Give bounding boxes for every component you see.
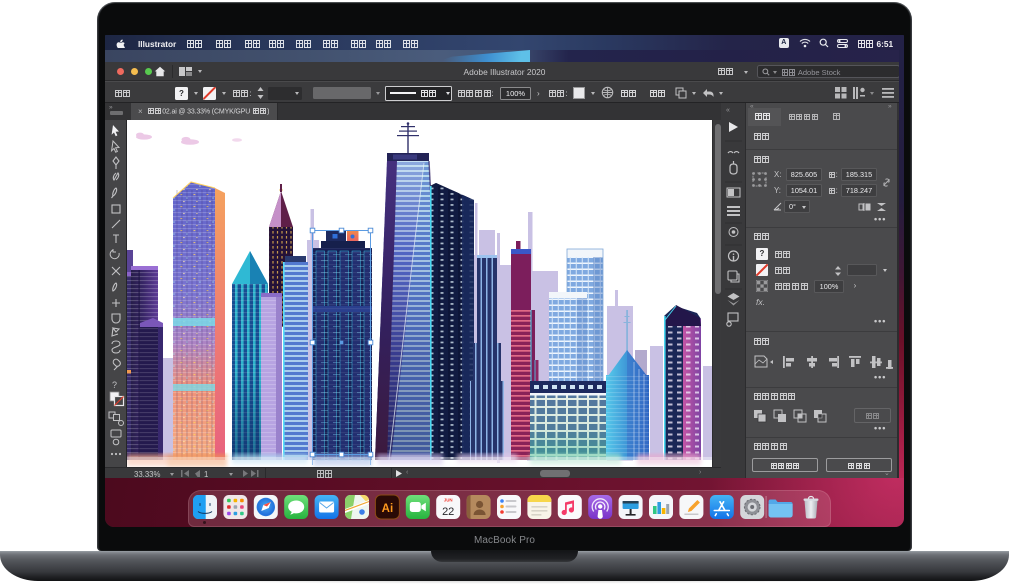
svg-text:22: 22 xyxy=(442,506,454,518)
svg-text:?: ? xyxy=(112,380,117,390)
svg-text:Ai: Ai xyxy=(382,503,394,515)
svg-text:JUN: JUN xyxy=(444,498,453,503)
svg-text:«: « xyxy=(726,107,730,114)
